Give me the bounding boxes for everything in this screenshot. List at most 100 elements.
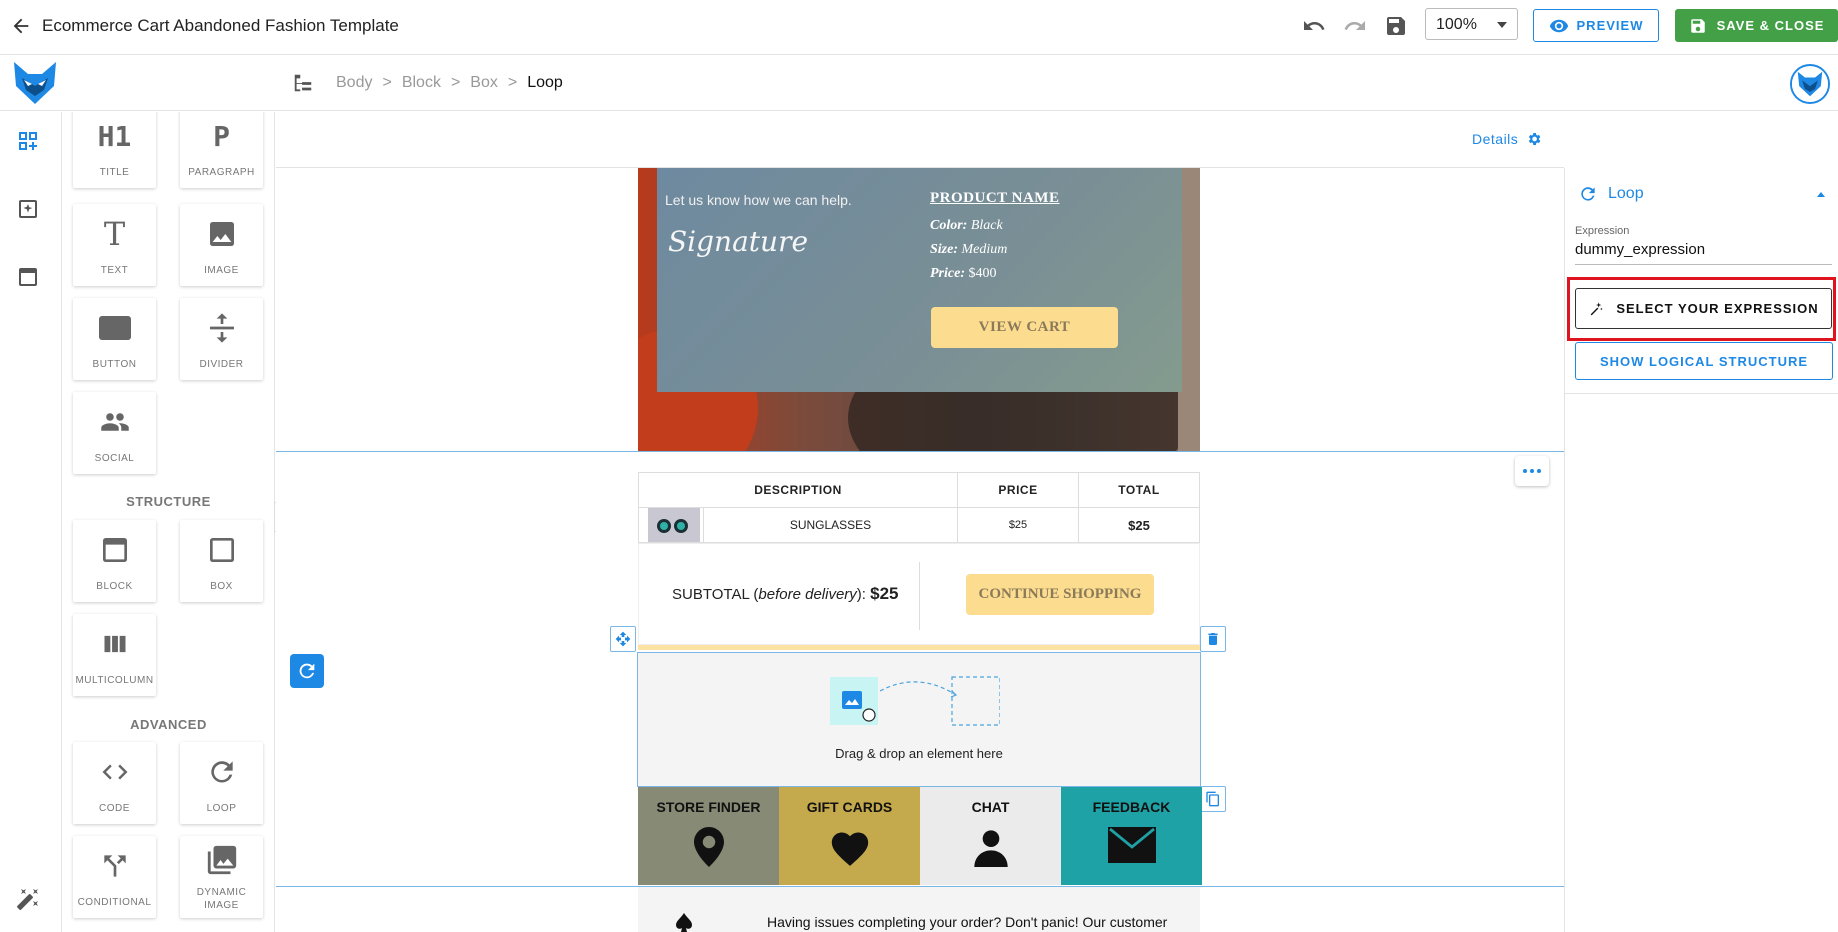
size-value: Medium bbox=[961, 242, 1008, 257]
support-text: Having issues completing your order? Don… bbox=[767, 914, 1168, 930]
tile-multicolumn[interactable]: MULTICOLUMN bbox=[73, 614, 156, 696]
magic-wand-icon bbox=[1590, 301, 1603, 315]
duplicate-handle[interactable] bbox=[1200, 786, 1226, 812]
panel-divider bbox=[1564, 393, 1838, 394]
tile-label: BUTTON bbox=[92, 359, 137, 370]
accent-strip bbox=[638, 645, 1200, 650]
trash-icon bbox=[1208, 633, 1218, 645]
add-section-icon[interactable] bbox=[16, 197, 40, 221]
canvas-toolbar bbox=[276, 112, 1564, 168]
delete-handle[interactable] bbox=[1200, 626, 1226, 652]
tile-conditional[interactable]: CONDITIONAL bbox=[73, 836, 156, 918]
blocks-panel: H1 TITLE P PARAGRAPH T TEXT IMAGE BUTTON… bbox=[62, 112, 275, 932]
avatar[interactable] bbox=[1790, 64, 1830, 104]
sunglasses-thumbnail bbox=[648, 508, 700, 542]
color-label: Color: bbox=[930, 218, 968, 233]
breadcrumb-block[interactable]: Block bbox=[402, 74, 441, 92]
move-handle[interactable] bbox=[610, 626, 636, 652]
drop-zone-text: Drag & drop an element here bbox=[835, 746, 1003, 761]
product-price-cell: $25 bbox=[957, 507, 1079, 543]
zoom-select[interactable]: 100% bbox=[1425, 8, 1518, 40]
select-expression-button[interactable]: SELECT YOUR EXPRESSION bbox=[1575, 288, 1832, 329]
price-value: $400 bbox=[968, 266, 997, 281]
product-color: Color: Black bbox=[930, 218, 1003, 234]
template-title: Ecommerce Cart Abandoned Fashion Templat… bbox=[42, 16, 399, 35]
tile-box[interactable]: BOX bbox=[180, 520, 263, 602]
expression-field[interactable]: dummy_expression bbox=[1575, 241, 1832, 265]
continue-shopping-button[interactable]: CONTINUE SHOPPING bbox=[966, 574, 1154, 615]
footer-gift-cards[interactable]: GIFT CARDS bbox=[779, 787, 920, 885]
subtotal-note: before delivery bbox=[758, 586, 857, 603]
footer-chat[interactable]: CHAT bbox=[920, 787, 1061, 885]
preview-label: PREVIEW bbox=[1576, 18, 1644, 33]
tile-loop[interactable]: LOOP bbox=[180, 742, 263, 824]
paragraph-icon: P bbox=[213, 119, 230, 153]
breadcrumb-body[interactable]: Body bbox=[336, 74, 372, 92]
drop-zone[interactable] bbox=[637, 652, 1201, 787]
tile-code[interactable]: CODE bbox=[73, 742, 156, 824]
layout-icon[interactable] bbox=[16, 265, 40, 289]
tile-social[interactable]: SOCIAL bbox=[73, 392, 156, 474]
show-logical-structure-button[interactable]: SHOW LOGICAL STRUCTURE bbox=[1575, 342, 1833, 380]
tile-label: CODE bbox=[99, 803, 130, 814]
footer-feedback[interactable]: FEEDBACK bbox=[1061, 787, 1202, 885]
tile-dynamic-image[interactable]: DYNAMIC IMAGE bbox=[180, 836, 263, 918]
details-button[interactable]: Details bbox=[1472, 131, 1542, 147]
footer-store-finder[interactable]: STORE FINDER bbox=[638, 787, 779, 885]
footer-label: FEEDBACK bbox=[1092, 799, 1171, 815]
table-row[interactable]: SUNGLASSES $25 $25 bbox=[638, 507, 1200, 543]
magic-tools-icon[interactable] bbox=[16, 887, 40, 911]
box-icon bbox=[209, 538, 234, 562]
tile-label: PARAGRAPH bbox=[188, 167, 255, 178]
chevron-up-icon[interactable] bbox=[1817, 192, 1825, 197]
select-expression-label: SELECT YOUR EXPRESSION bbox=[1616, 301, 1819, 316]
color-value: Black bbox=[970, 218, 1003, 233]
undo-icon[interactable] bbox=[1302, 14, 1326, 38]
fox-logo-icon[interactable] bbox=[10, 60, 60, 106]
loop-icon bbox=[1581, 187, 1595, 201]
tile-label: LOOP bbox=[206, 803, 237, 814]
drag-drop-illustration-icon bbox=[830, 676, 1000, 726]
layer-tree-icon[interactable] bbox=[292, 72, 314, 94]
view-cart-button[interactable]: VIEW CART bbox=[931, 307, 1118, 348]
loop-section-header[interactable]: Loop bbox=[1578, 184, 1644, 204]
save-icon[interactable] bbox=[1384, 14, 1408, 38]
tile-paragraph[interactable]: P PARAGRAPH bbox=[180, 112, 263, 188]
tile-label: CONDITIONAL bbox=[77, 897, 152, 908]
map-pin-icon bbox=[693, 827, 724, 867]
size-label: Size: bbox=[930, 242, 958, 257]
save-close-button[interactable]: SAVE & CLOSE bbox=[1675, 9, 1838, 42]
conditional-split-icon bbox=[103, 855, 126, 877]
h1-icon: H1 bbox=[97, 119, 132, 153]
product-total-cell: $25 bbox=[1078, 507, 1200, 543]
details-label: Details bbox=[1472, 131, 1519, 147]
loop-refresh-button[interactable] bbox=[290, 654, 324, 688]
fox-avatar-icon bbox=[1792, 67, 1828, 101]
divider-icon bbox=[209, 313, 234, 343]
chevron-down-icon bbox=[1497, 22, 1507, 28]
breadcrumb-bar: Body > Block > Box > Loop bbox=[0, 56, 1838, 111]
tile-text[interactable]: T TEXT bbox=[73, 204, 156, 286]
subtotal-suffix: ): bbox=[856, 586, 866, 603]
tile-divider[interactable]: DIVIDER bbox=[180, 298, 263, 380]
more-options-button[interactable] bbox=[1515, 456, 1549, 486]
tile-title[interactable]: H1 TITLE bbox=[73, 112, 156, 188]
block-icon bbox=[102, 538, 127, 562]
redo-icon[interactable] bbox=[1343, 14, 1367, 38]
subtotal-prefix: SUBTOTAL ( bbox=[672, 586, 759, 603]
breadcrumb-box[interactable]: Box bbox=[470, 74, 498, 92]
code-icon bbox=[102, 764, 127, 780]
tile-label: MULTICOLUMN bbox=[75, 675, 154, 686]
back-arrow-icon[interactable] bbox=[10, 15, 32, 37]
refresh-icon bbox=[299, 663, 315, 679]
product-size: Size: Medium bbox=[930, 242, 1007, 258]
preview-button[interactable]: PREVIEW bbox=[1533, 9, 1659, 42]
price-label: Price: bbox=[930, 266, 965, 281]
tile-button[interactable]: BUTTON bbox=[73, 298, 156, 380]
tile-block[interactable]: BLOCK bbox=[73, 520, 156, 602]
add-blocks-icon[interactable] bbox=[16, 129, 40, 153]
tile-label: BOX bbox=[210, 581, 233, 592]
col-total: TOTAL bbox=[1078, 472, 1200, 508]
loop-icon bbox=[210, 761, 233, 783]
tile-image[interactable]: IMAGE bbox=[180, 204, 263, 286]
